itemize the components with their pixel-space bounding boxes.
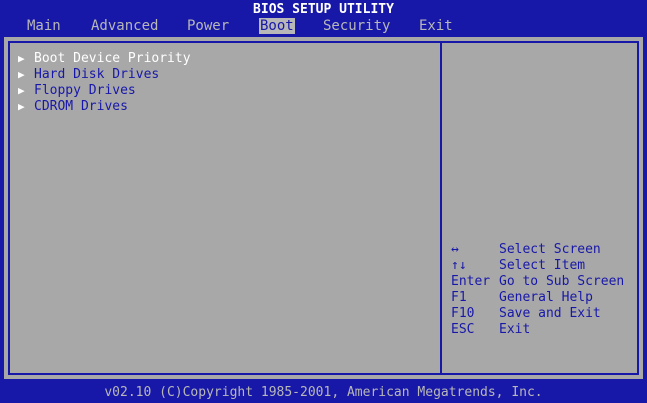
tab-security[interactable]: Security: [323, 17, 390, 35]
boot-item-label: Hard Disk Drives: [34, 67, 160, 82]
help-action: Exit: [499, 322, 531, 337]
help-row: ESC Exit: [451, 322, 624, 338]
help-action: Go to Sub Screen: [499, 274, 625, 289]
tab-advanced[interactable]: Advanced: [91, 17, 158, 35]
boot-item-floppy-drives[interactable]: ▶ Floppy Drives: [18, 83, 191, 99]
boot-menu-list: ▶ Boot Device Priority ▶ Hard Disk Drives …: [18, 51, 191, 115]
help-action: Save and Exit: [499, 306, 601, 321]
help-action: General Help: [499, 290, 593, 305]
help-row: F1 General Help: [451, 290, 624, 306]
submenu-arrow-icon: ▶: [18, 100, 25, 113]
help-action: Select Item: [499, 258, 586, 273]
key-help: ↔ Select Screen ↑↓ Select Item Enter Go to …: [451, 242, 624, 338]
help-row: ↑↓ Select Item: [451, 258, 624, 274]
help-key: Enter: [451, 274, 491, 289]
boot-item-label: Floppy Drives: [34, 83, 136, 98]
tab-exit[interactable]: Exit: [419, 17, 453, 35]
help-key: ↔: [451, 242, 459, 257]
tab-power[interactable]: Power: [187, 17, 229, 35]
help-action: Select Screen: [499, 242, 601, 257]
menu-bar: Main Advanced Power Boot Security Exit: [0, 17, 647, 35]
help-key: F1: [451, 290, 467, 305]
boot-item-label: Boot Device Priority: [34, 51, 191, 66]
app-title: BIOS SETUP UTILITY: [253, 2, 394, 17]
help-key: ESC: [451, 322, 475, 337]
content-panel: ▶ Boot Device Priority ▶ Hard Disk Drives …: [4, 37, 643, 379]
help-key: F10: [451, 306, 475, 321]
help-row: Enter Go to Sub Screen: [451, 274, 624, 290]
submenu-arrow-icon: ▶: [18, 68, 25, 81]
help-key: ↑↓: [451, 258, 467, 273]
submenu-arrow-icon: ▶: [18, 52, 25, 65]
tab-boot[interactable]: Boot: [259, 18, 295, 34]
boot-item-hard-disk-drives[interactable]: ▶ Hard Disk Drives: [18, 67, 191, 83]
tab-main[interactable]: Main: [27, 17, 61, 35]
boot-item-boot-device-priority[interactable]: ▶ Boot Device Priority: [18, 51, 191, 67]
bios-screen: BIOS SETUP UTILITY Main Advanced Power B…: [0, 0, 647, 403]
copyright-footer: v02.10 (C)Copyright 1985-2001, American …: [104, 385, 543, 400]
help-row: F10 Save and Exit: [451, 306, 624, 322]
help-row: ↔ Select Screen: [451, 242, 624, 258]
boot-item-cdrom-drives[interactable]: ▶ CDROM Drives: [18, 99, 191, 115]
boot-item-label: CDROM Drives: [34, 99, 128, 114]
panel-divider: [440, 41, 442, 375]
submenu-arrow-icon: ▶: [18, 84, 25, 97]
